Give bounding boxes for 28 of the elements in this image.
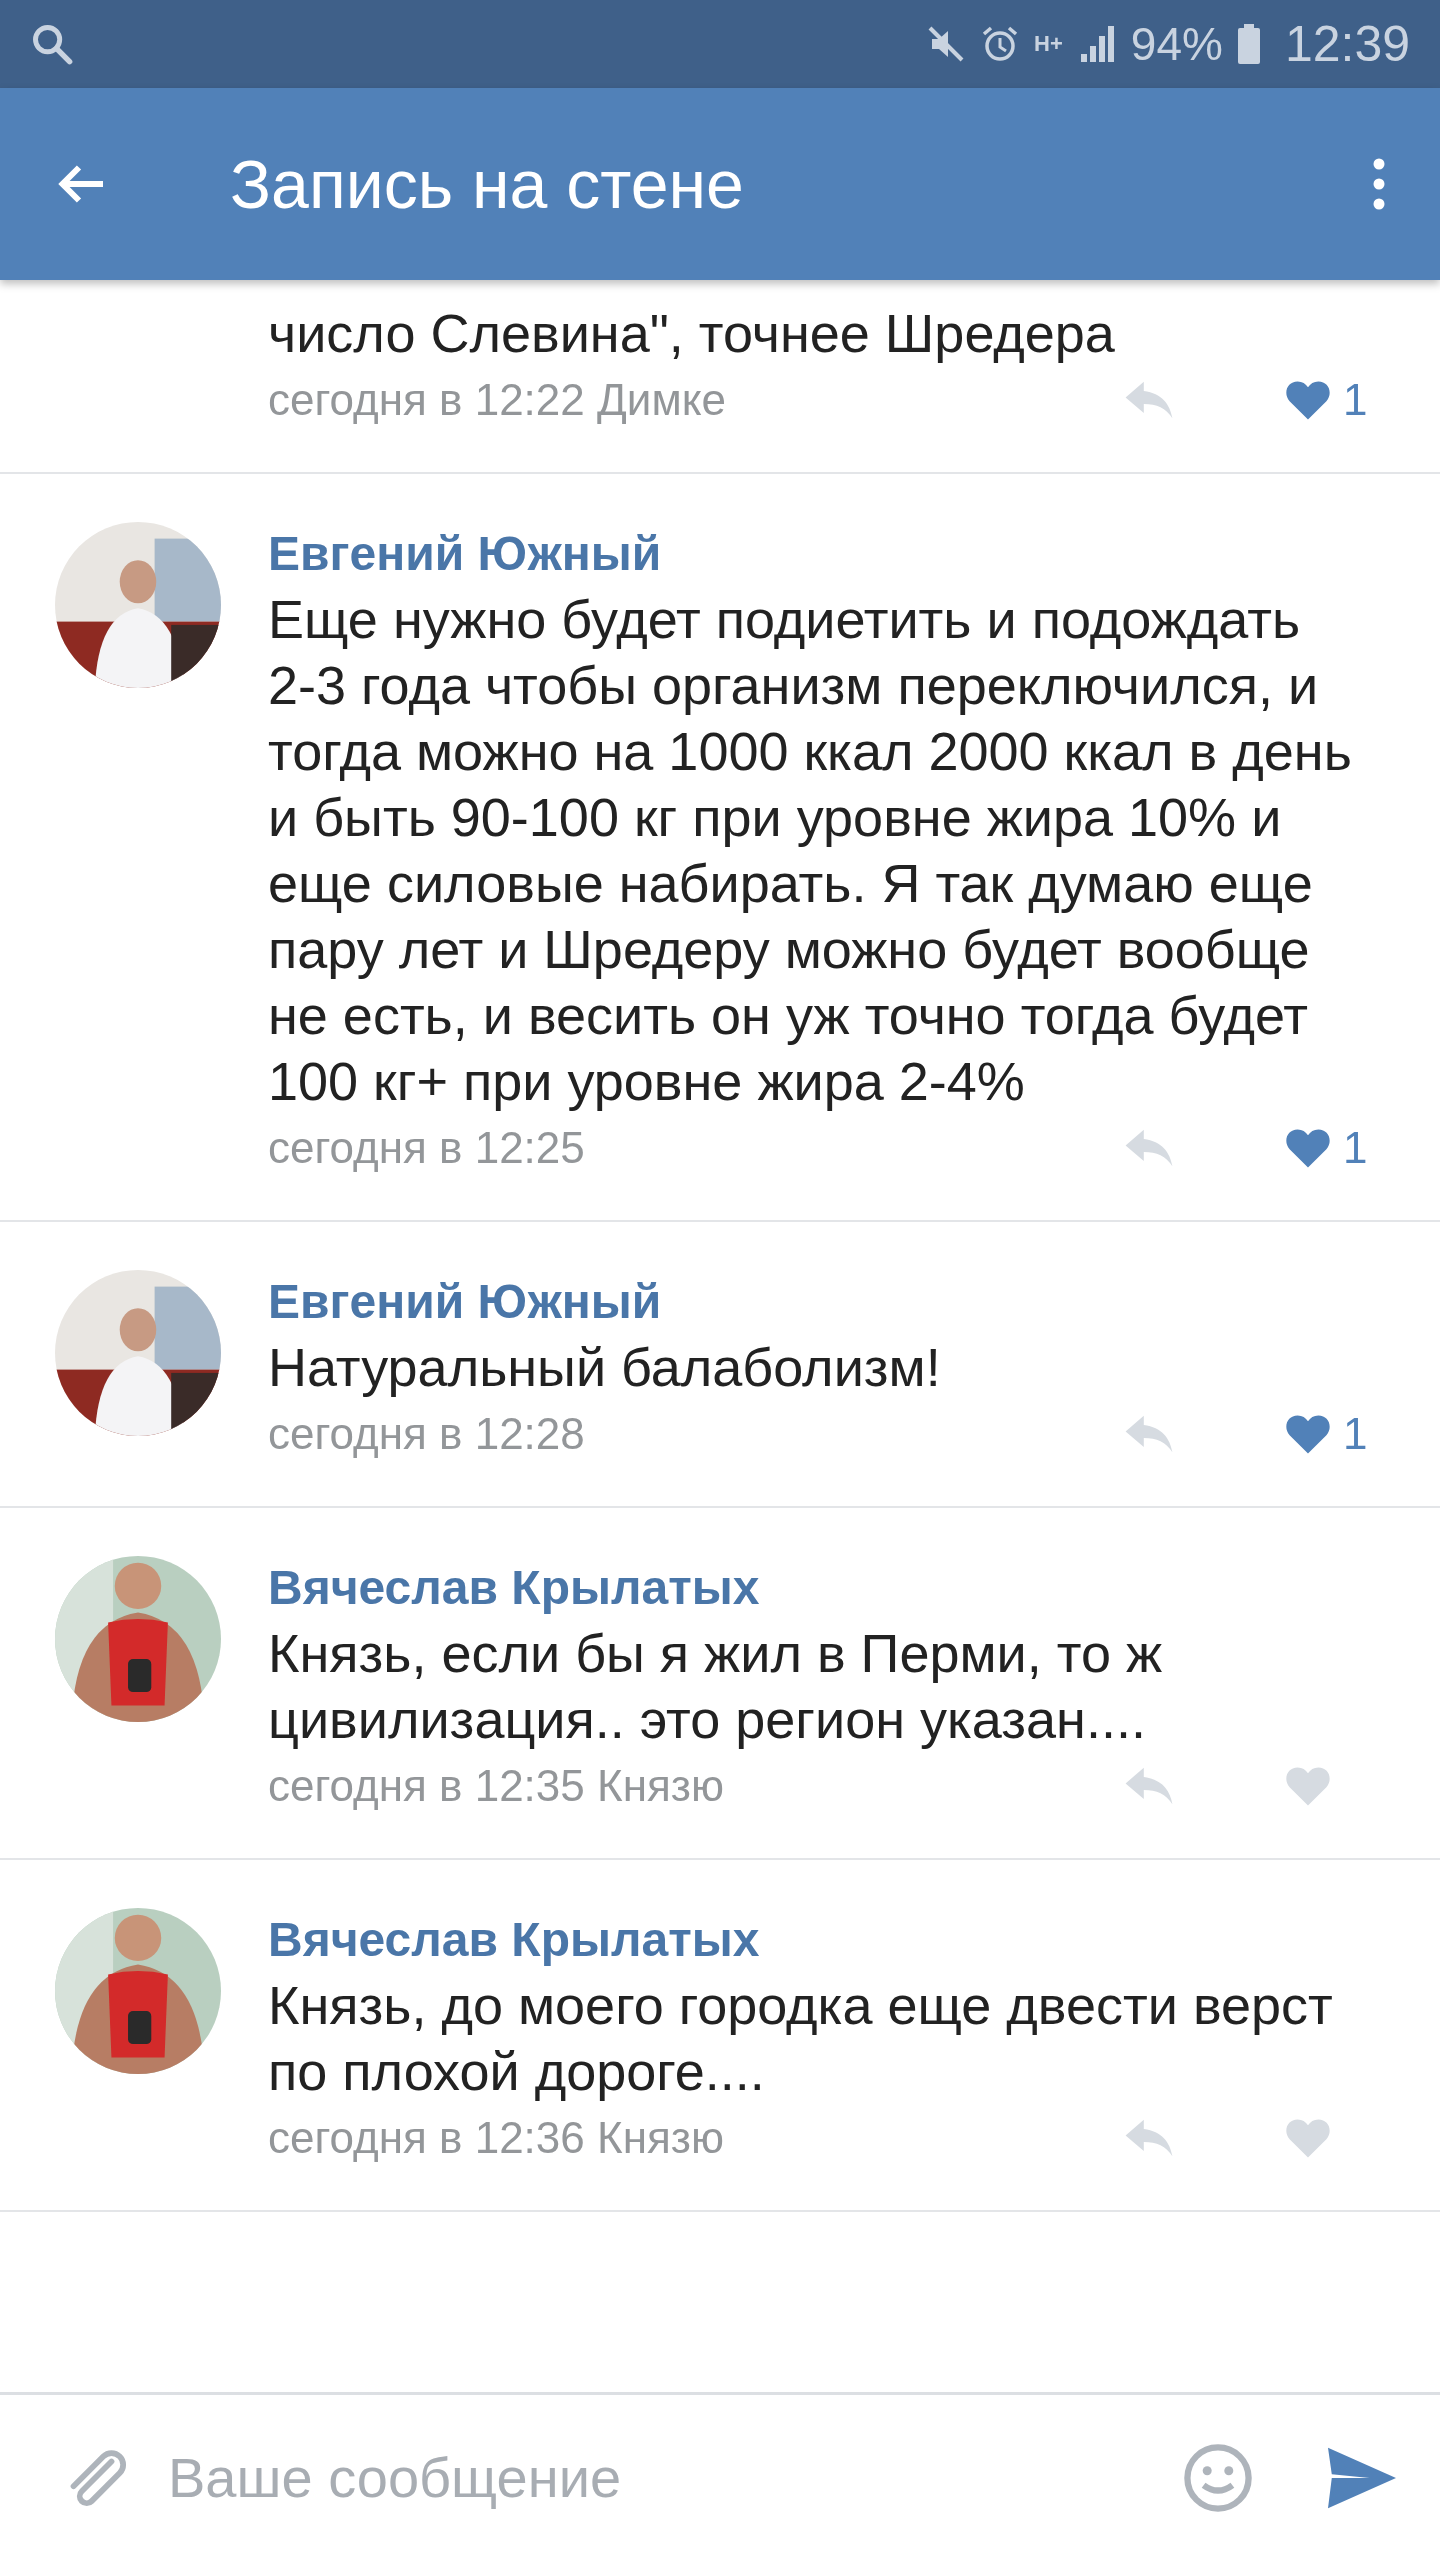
- comment-text: Князь, если бы я жил в Перми, то ж цивилизация.. это регион указан....: [268, 1622, 1164, 1751]
- heart-icon[interactable]: [1285, 1413, 1331, 1455]
- like-count: 1: [1343, 375, 1368, 425]
- author-name[interactable]: Евгений Южный: [268, 522, 1380, 586]
- comment-time: сегодня в 12:35 Князю: [268, 1761, 725, 1811]
- screen-title: Запись на стене: [230, 145, 745, 223]
- author-name[interactable]: Евгений Южный: [268, 1270, 1380, 1334]
- comment-text: Князь, до моего городка еще двести верст по плохой дороге....: [268, 1974, 1334, 2103]
- heart-icon[interactable]: [1285, 379, 1331, 421]
- comment-text: число Слевина", точнее Шредера: [268, 302, 1116, 365]
- heart-icon[interactable]: [1285, 1127, 1331, 1169]
- battery-percent: 94%: [1130, 17, 1223, 71]
- search-icon: [30, 22, 74, 66]
- comment-time: сегодня в 12:22 Димке: [268, 375, 727, 425]
- author-name[interactable]: Вячеслав Крылатых: [268, 1908, 1380, 1972]
- comment-time: сегодня в 12:25: [268, 1123, 586, 1173]
- message-field[interactable]: Ваше сообщение: [168, 2445, 1142, 2510]
- clock: 12:39: [1284, 15, 1410, 73]
- battery-icon: [1236, 24, 1261, 64]
- like-count: 1: [1343, 1409, 1368, 1459]
- comment-text: Натуральный балаболизм!: [268, 1336, 942, 1399]
- network-type: H+: [1034, 31, 1063, 57]
- emoji-icon[interactable]: [1182, 2441, 1254, 2514]
- comment-time: сегодня в 12:28: [268, 1409, 586, 1459]
- like-count: 1: [1343, 1123, 1368, 1173]
- author-name[interactable]: Вячеслав Крылатых: [268, 1556, 1380, 1620]
- comment-time: сегодня в 12:36 Князю: [268, 2113, 725, 2163]
- comment-text: Еще нужно будет подиетить и подождать 2-3 года чтобы организм переключился, и тогда можно на 1000 ккал 2000 ккал в день и быть 90-100 кг при уровне жира 10% и еще силовые набирать. Я так думаю еще пару лет и Шредеру можно будет вообще не есть, и весить он уж точно тогда будет 100 кг+ при уровне жира 2-4%: [268, 588, 1353, 1113]
